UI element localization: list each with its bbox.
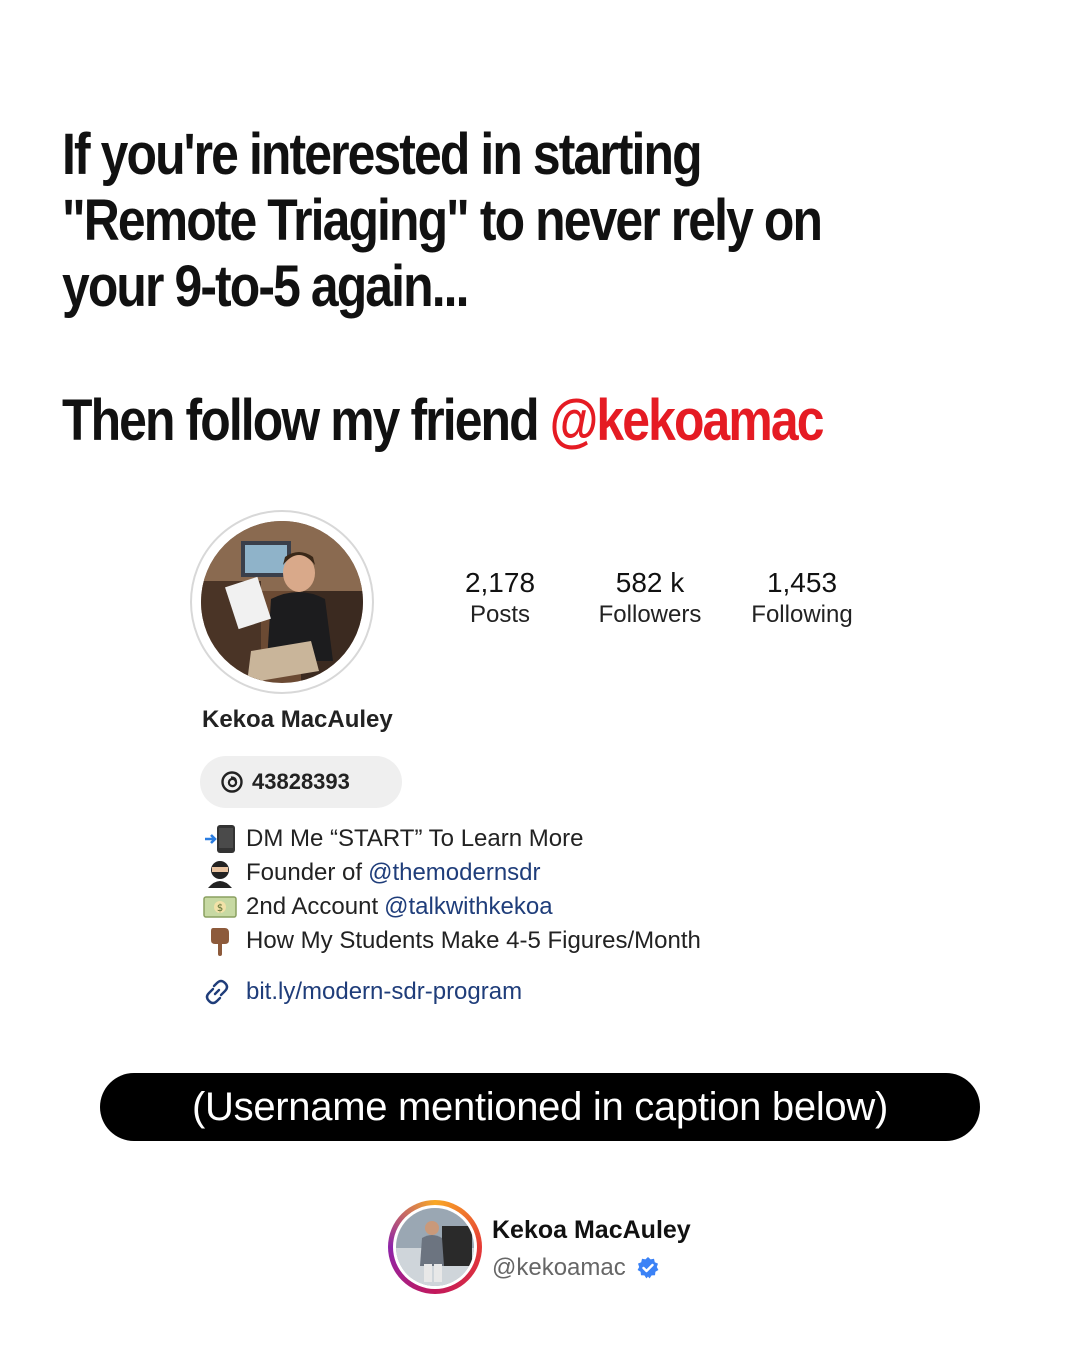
stat-following-value: 1,453 <box>766 567 838 598</box>
bio-text: Founder of <box>246 859 363 886</box>
stat-posts[interactable]: 2,178 Posts <box>430 566 570 630</box>
headline-line-1: If you're interested in starting <box>62 122 703 187</box>
stat-following-label: Following <box>751 601 853 628</box>
stat-followers[interactable]: 582 k Followers <box>580 566 720 630</box>
bio-text: How My Students Make 4-5 Figures/Month <box>246 927 701 954</box>
bio-line: $ 2nd Account @talkwithkekoa <box>202 890 842 924</box>
website-url: bit.ly/modern-sdr-program <box>246 978 523 1005</box>
bio-text: 2nd Account <box>246 893 379 920</box>
bio-link-talkwithkekoa[interactable]: @talkwithkekoa <box>384 893 552 921</box>
footer-avatar[interactable] <box>388 1200 482 1294</box>
verified-badge-icon <box>637 1257 659 1279</box>
bio-line: How My Students Make 4-5 Figures/Month <box>202 924 842 958</box>
threads-icon <box>221 771 243 793</box>
profile-photo <box>201 521 363 683</box>
stat-followers-value: 582 k <box>615 567 685 598</box>
profile-stats: 2,178 Posts 582 k Followers 1,453 Follow… <box>440 566 880 636</box>
profile-avatar[interactable] <box>190 510 374 694</box>
profile-bio: DM Me “START” To Learn More Founder of @… <box>202 822 842 958</box>
bio-line: DM Me “START” To Learn More <box>202 822 842 856</box>
footer-handle-row: @kekoamac <box>492 1254 660 1282</box>
website-link[interactable]: bit.ly/modern-sdr-program <box>202 977 522 1007</box>
headline: If you're interested in starting "Remote… <box>62 122 905 454</box>
svg-text:$: $ <box>217 903 223 914</box>
footer-handle[interactable]: @kekoamac <box>492 1254 626 1282</box>
footer-photo <box>396 1208 474 1286</box>
follow-line: Then follow my friend @kekoamac <box>62 388 905 454</box>
pointing-down-icon <box>202 926 238 956</box>
headline-line-3: your 9-to-5 again... <box>62 254 470 319</box>
bio-link-themodernsdr[interactable]: @themodernsdr <box>368 859 540 887</box>
headline-line-2: "Remote Triaging" to never rely on <box>62 188 823 253</box>
money-icon: $ <box>202 892 238 922</box>
footer-name: Kekoa MacAuley <box>492 1216 691 1244</box>
bio-text: DM Me “START” To Learn More <box>246 825 584 852</box>
follow-text: Then follow my friend <box>62 388 550 453</box>
threads-badge-number: 43828393 <box>252 769 350 794</box>
ninja-icon <box>202 858 238 888</box>
stat-following[interactable]: 1,453 Following <box>732 566 872 630</box>
caption-note: (Username mentioned in caption below) <box>100 1073 980 1141</box>
stat-posts-label: Posts <box>469 601 531 628</box>
link-icon <box>205 979 229 1005</box>
stat-posts-value: 2,178 <box>464 567 536 598</box>
follow-handle[interactable]: @kekoamac <box>550 388 825 453</box>
profile-name: Kekoa MacAuley <box>202 706 393 733</box>
mobile-arrow-icon <box>202 824 238 854</box>
bio-line: Founder of @themodernsdr <box>202 856 842 890</box>
stat-followers-label: Followers <box>598 601 702 628</box>
threads-badge[interactable]: 43828393 <box>200 756 402 808</box>
